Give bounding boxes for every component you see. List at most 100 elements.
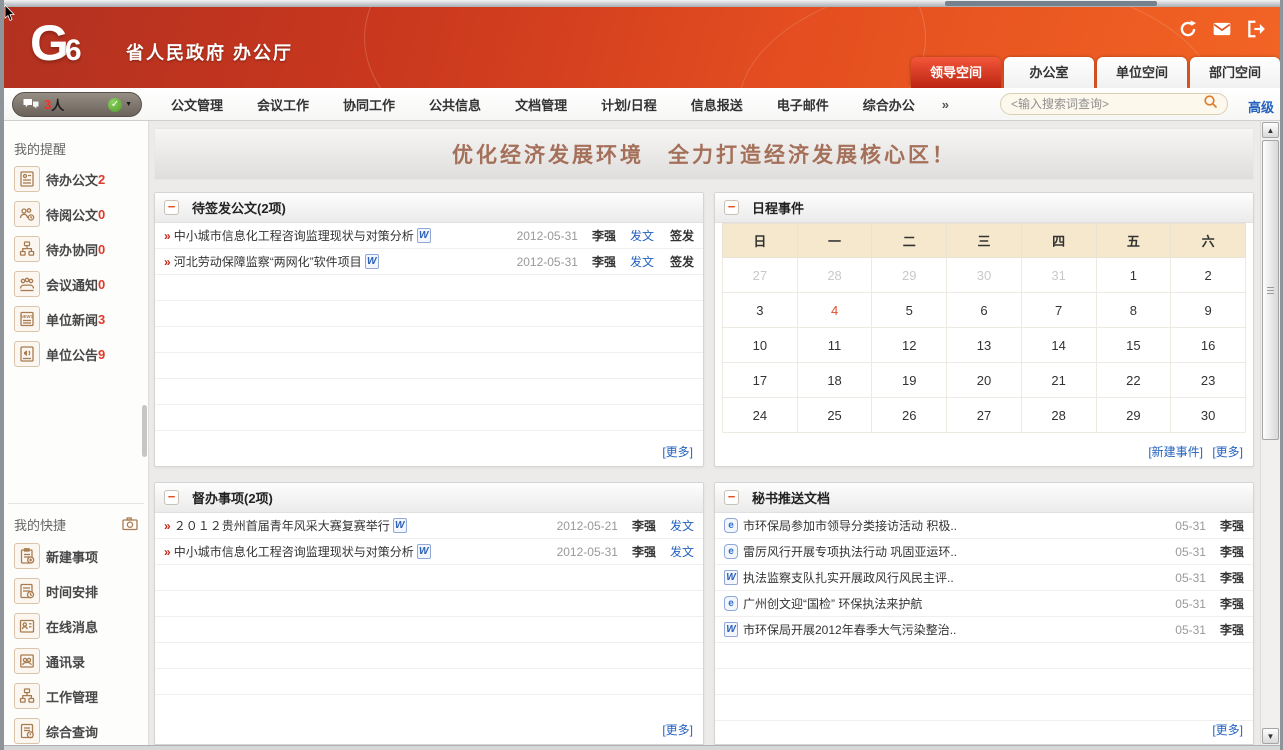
calendar-day[interactable]: 14 [1021, 328, 1096, 363]
refresh-icon[interactable] [1178, 19, 1198, 44]
svg-text:NEWS: NEWS [21, 314, 34, 319]
more-link[interactable]: [更多] [662, 721, 693, 738]
calendar-day[interactable]: 13 [947, 328, 1022, 363]
calendar-day[interactable]: 8 [1096, 293, 1171, 328]
calendar-day[interactable]: 7 [1021, 293, 1096, 328]
menu-item-file-management[interactable]: 文档管理 [498, 95, 584, 114]
sidebar-item-schedule[interactable]: 时间安排 [14, 577, 142, 605]
menu-item-info-report[interactable]: 信息报送 [674, 95, 760, 114]
calendar-day-highlight[interactable]: 4 [797, 293, 872, 328]
calendar-grid: 日 一 二 三 四 五 六 27 28 29 30 31 [722, 223, 1246, 433]
menu-item-meeting-work[interactable]: 会议工作 [240, 95, 326, 114]
tab-leader-space[interactable]: 领导空间 [911, 57, 1001, 88]
calendar-day[interactable]: 3 [723, 293, 798, 328]
advanced-search-link[interactable]: 高级 [1248, 97, 1274, 116]
send-doc-link[interactable]: 发文 [630, 253, 654, 270]
calendar-day[interactable]: 6 [947, 293, 1022, 328]
calendar-day[interactable]: 11 [797, 328, 872, 363]
sidebar-item-new-item[interactable]: 新建事项 [14, 542, 142, 570]
sidebar-item-unread-docs[interactable]: 待阅公文0 [14, 200, 142, 228]
menu-item-public-info[interactable]: 公共信息 [412, 95, 498, 114]
calendar-day[interactable]: 9 [1171, 293, 1246, 328]
calendar-day[interactable]: 28 [797, 258, 872, 293]
vertical-scrollbar[interactable]: ▲ ▼ [1260, 121, 1280, 745]
sidebar-item-unit-announcement[interactable]: 单位公告9 [14, 340, 142, 368]
search-input[interactable] [1009, 96, 1203, 112]
collapse-icon[interactable]: − [724, 200, 739, 215]
calendar-day[interactable]: 24 [723, 398, 798, 433]
sidebar-scrollbar-thumb[interactable] [142, 405, 147, 457]
word-doc-icon: W [417, 228, 431, 243]
weekday-header: 一 [797, 224, 872, 258]
menu-item-plan-schedule[interactable]: 计划/日程 [584, 95, 674, 114]
menu-item-collaboration[interactable]: 协同工作 [326, 95, 412, 114]
collapse-icon[interactable]: − [164, 200, 179, 215]
scroll-up-arrow-icon[interactable]: ▲ [1262, 122, 1279, 138]
calendar-day[interactable]: 15 [1096, 328, 1171, 363]
send-doc-link[interactable]: 发文 [670, 517, 694, 534]
menu-more-arrow[interactable]: » [932, 97, 959, 112]
menu-item-general-office[interactable]: 综合办公 [846, 95, 932, 114]
more-link[interactable]: [更多] [1212, 445, 1243, 459]
sidebar-item-contacts[interactable]: 通讯录 [14, 647, 142, 675]
more-link[interactable]: [更多] [662, 443, 693, 460]
sidebar-item-todo-collab[interactable]: 待办协同0 [14, 235, 142, 263]
supervision-panel: − 督办事项(2项) » ２０１２贵州首届青年风采大赛复赛举行 W 2012-0… [154, 482, 704, 745]
collapse-icon[interactable]: − [164, 490, 179, 505]
calendar-day[interactable]: 27 [723, 258, 798, 293]
sidebar-item-unit-news[interactable]: NEWS 单位新闻3 [14, 305, 142, 333]
calendar-day[interactable]: 10 [723, 328, 798, 363]
tab-unit-space[interactable]: 单位空间 [1097, 57, 1187, 88]
calendar-day[interactable]: 20 [947, 363, 1022, 398]
menu-item-email[interactable]: 电子邮件 [760, 95, 846, 114]
weekday-header: 二 [872, 224, 947, 258]
calendar-day[interactable]: 18 [797, 363, 872, 398]
send-doc-link[interactable]: 发文 [670, 543, 694, 560]
calendar-day[interactable]: 22 [1096, 363, 1171, 398]
calendar-day[interactable]: 25 [797, 398, 872, 433]
tab-office[interactable]: 办公室 [1004, 57, 1094, 88]
calendar-day[interactable]: 27 [947, 398, 1022, 433]
sign-issue-link[interactable]: 签发 [670, 227, 694, 244]
sidebar-item-meeting-notice[interactable]: 会议通知0 [14, 270, 142, 298]
calendar-day[interactable]: 1 [1096, 258, 1171, 293]
calendar-day[interactable]: 2 [1171, 258, 1246, 293]
calendar-day[interactable]: 23 [1171, 363, 1246, 398]
sign-issue-link[interactable]: 签发 [670, 253, 694, 270]
empty-row [155, 591, 703, 617]
calendar-day[interactable]: 30 [947, 258, 1022, 293]
calendar-day[interactable]: 5 [872, 293, 947, 328]
calendar-day[interactable]: 29 [872, 258, 947, 293]
sidebar-item-general-query[interactable]: 综合查询 [14, 717, 142, 745]
calendar-day[interactable]: 12 [872, 328, 947, 363]
camera-icon[interactable] [118, 513, 142, 535]
calendar-day[interactable]: 17 [723, 363, 798, 398]
weekday-header: 日 [723, 224, 798, 258]
calendar-day[interactable]: 29 [1096, 398, 1171, 433]
calendar-day[interactable]: 28 [1021, 398, 1096, 433]
collapse-icon[interactable]: − [724, 490, 739, 505]
calendar-day[interactable]: 16 [1171, 328, 1246, 363]
mail-icon[interactable] [1212, 19, 1232, 44]
new-event-link[interactable]: [新建事件] [1148, 445, 1203, 459]
calendar-day[interactable]: 30 [1171, 398, 1246, 433]
scrollbar-thumb[interactable] [1262, 140, 1279, 440]
calendar-day[interactable]: 26 [872, 398, 947, 433]
scroll-down-arrow-icon[interactable]: ▼ [1262, 728, 1279, 744]
search-icon[interactable] [1203, 94, 1219, 115]
shortcuts-title: 我的快捷 [14, 515, 66, 534]
menu-item-document-management[interactable]: 公文管理 [154, 95, 240, 114]
online-users-button[interactable]: 3 人 ✓ ▼ [12, 92, 142, 117]
tab-department-space[interactable]: 部门空间 [1190, 57, 1280, 88]
calendar-day[interactable]: 31 [1021, 258, 1096, 293]
pending-sign-panel: − 待签发公文(2项) » 中小城市信息化工程咨询监理现状与对策分析 W 201… [154, 192, 704, 467]
send-doc-link[interactable]: 发文 [630, 227, 654, 244]
sidebar-item-online-message[interactable]: 在线消息 [14, 612, 142, 640]
more-link[interactable]: [更多] [1212, 721, 1243, 738]
calendar-day[interactable]: 19 [872, 363, 947, 398]
logout-icon[interactable] [1246, 19, 1266, 44]
sidebar-item-work-management[interactable]: 工作管理 [14, 682, 142, 710]
sidebar-item-todo-docs[interactable]: 待办公文2 [14, 165, 142, 193]
calendar-day[interactable]: 21 [1021, 363, 1096, 398]
word-doc-icon: W [417, 544, 431, 559]
